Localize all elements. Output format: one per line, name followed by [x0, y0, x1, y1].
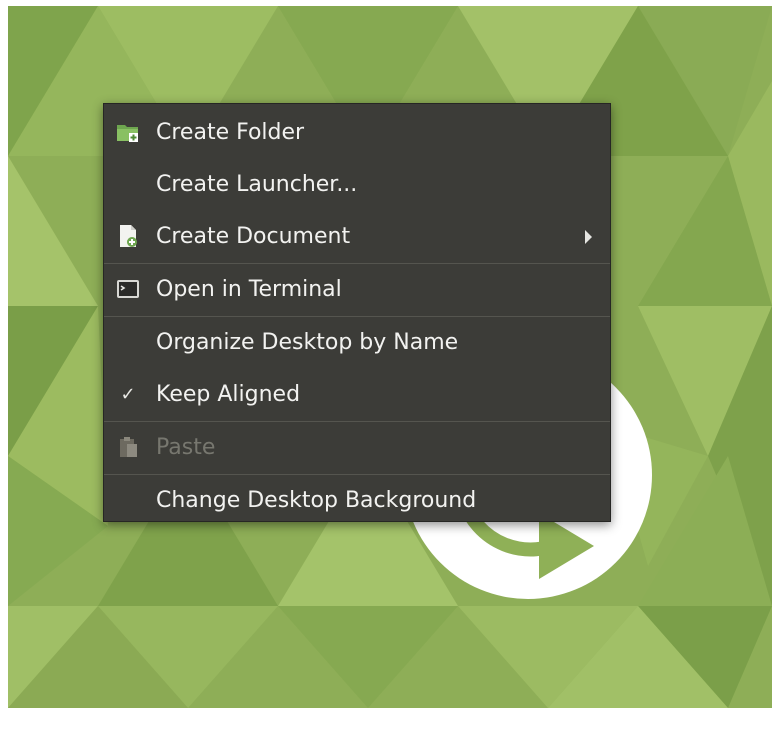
document-new-icon	[120, 225, 137, 247]
terminal-icon	[117, 280, 139, 298]
folder-new-icon	[117, 125, 138, 142]
menu-item-label: Organize Desktop by Name	[156, 330, 459, 355]
menu-item-keep-aligned[interactable]: ✓ Keep Aligned	[104, 369, 610, 421]
submenu-arrow-icon	[585, 230, 592, 244]
checkmark-icon: ✓	[120, 384, 136, 405]
clipboard-paste-icon	[120, 437, 137, 457]
menu-item-paste: Paste	[104, 422, 610, 474]
menu-item-label: Change Desktop Background	[156, 488, 477, 513]
menu-item-label: Keep Aligned	[156, 382, 301, 407]
menu-item-label: Create Folder	[156, 120, 305, 145]
menu-item-create-folder[interactable]: Create Folder	[104, 107, 610, 159]
menu-item-create-document[interactable]: Create Document	[104, 211, 610, 263]
menu-item-label: Open in Terminal	[156, 277, 342, 302]
menu-item-label: Paste	[156, 435, 216, 460]
menu-item-organize-desktop-by-name[interactable]: Organize Desktop by Name	[104, 317, 610, 369]
menu-item-label: Create Document	[156, 224, 351, 249]
menu-item-change-desktop-background[interactable]: Change Desktop Background	[104, 475, 610, 527]
menu-item-label: Create Launcher...	[156, 172, 358, 197]
menu-item-create-launcher[interactable]: Create Launcher...	[104, 159, 610, 211]
menu-item-open-in-terminal[interactable]: Open in Terminal	[104, 264, 610, 316]
desktop-context-menu: Create Folder Create Launcher... Create …	[103, 103, 611, 522]
